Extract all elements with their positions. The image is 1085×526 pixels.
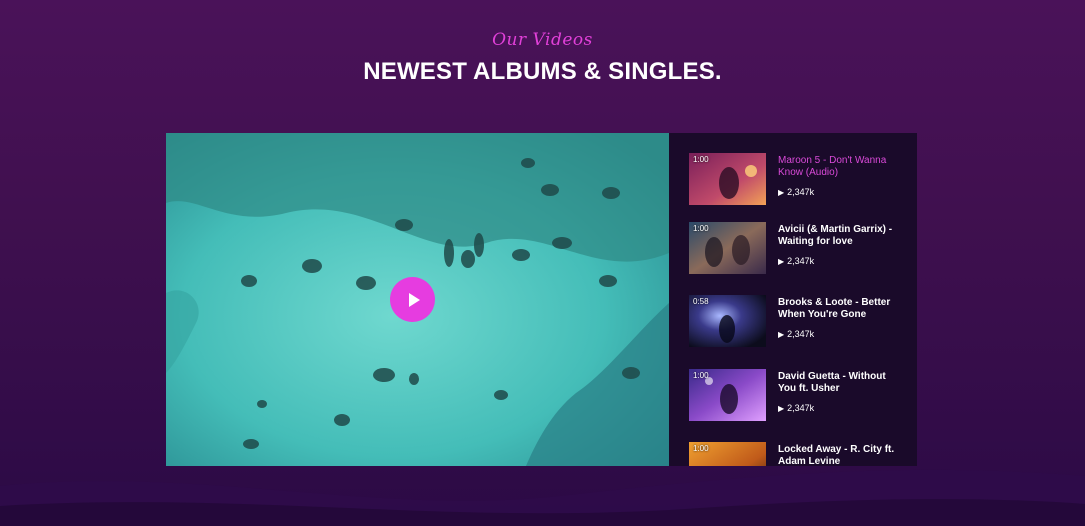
play-small-icon: ▶ [778, 188, 785, 197]
video-thumbnail: 1:00 [689, 153, 766, 205]
video-thumbnail: 1:00 [689, 442, 766, 466]
play-icon [408, 292, 420, 307]
view-count: ▶ 2,347k [778, 403, 814, 413]
video-title[interactable]: David Guetta - Without You ft. Usher [778, 371, 903, 395]
video-duration: 1:00 [693, 444, 709, 453]
view-count-value: 2,347k [787, 329, 815, 339]
video-duration: 0:58 [693, 297, 709, 306]
section-subtitle: Our Videos [492, 30, 593, 50]
play-small-icon: ▶ [778, 404, 785, 413]
play-small-icon: ▶ [778, 257, 785, 266]
video-thumbnail: 1:00 [689, 222, 766, 274]
video-title[interactable]: Locked Away - R. City ft. Adam Levine [778, 444, 903, 466]
view-count: ▶ 2,347k [778, 329, 814, 339]
video-title[interactable]: Brooks & Loote - Better When You're Gone [778, 297, 903, 321]
playlist-item[interactable]: 1:00 Maroon 5 - Don't Wanna Know (Audio)… [689, 153, 904, 205]
playlist-item[interactable]: 1:00 Avicii (& Martin Garrix) - Waiting … [689, 222, 904, 274]
view-count: ▶ 2,347k [778, 256, 814, 266]
video-title[interactable]: Avicii (& Martin Garrix) - Waiting for l… [778, 224, 903, 248]
video-title[interactable]: Maroon 5 - Don't Wanna Know (Audio) [778, 155, 903, 179]
video-duration: 1:00 [693, 224, 709, 233]
video-player[interactable] [166, 133, 669, 466]
video-duration: 1:00 [693, 371, 709, 380]
playlist-item[interactable]: 0:58 Brooks & Loote - Better When You're… [689, 295, 904, 347]
play-button[interactable] [390, 277, 435, 322]
section-title: NEWEST ALBUMS & SINGLES. [363, 58, 722, 85]
view-count: ▶ 2,347k [778, 187, 814, 197]
view-count-value: 2,347k [787, 187, 815, 197]
view-count-value: 2,347k [787, 256, 815, 266]
play-small-icon: ▶ [778, 330, 785, 339]
video-thumbnail: 0:58 [689, 295, 766, 347]
playlist-item[interactable]: 1:00 Locked Away - R. City ft. Adam Levi… [689, 442, 904, 466]
video-thumbnail: 1:00 [689, 369, 766, 421]
video-duration: 1:00 [693, 155, 709, 164]
view-count-value: 2,347k [787, 403, 815, 413]
video-playlist[interactable]: 1:00 Maroon 5 - Don't Wanna Know (Audio)… [669, 133, 917, 466]
playlist-item[interactable]: 1:00 David Guetta - Without You ft. Ushe… [689, 369, 904, 421]
